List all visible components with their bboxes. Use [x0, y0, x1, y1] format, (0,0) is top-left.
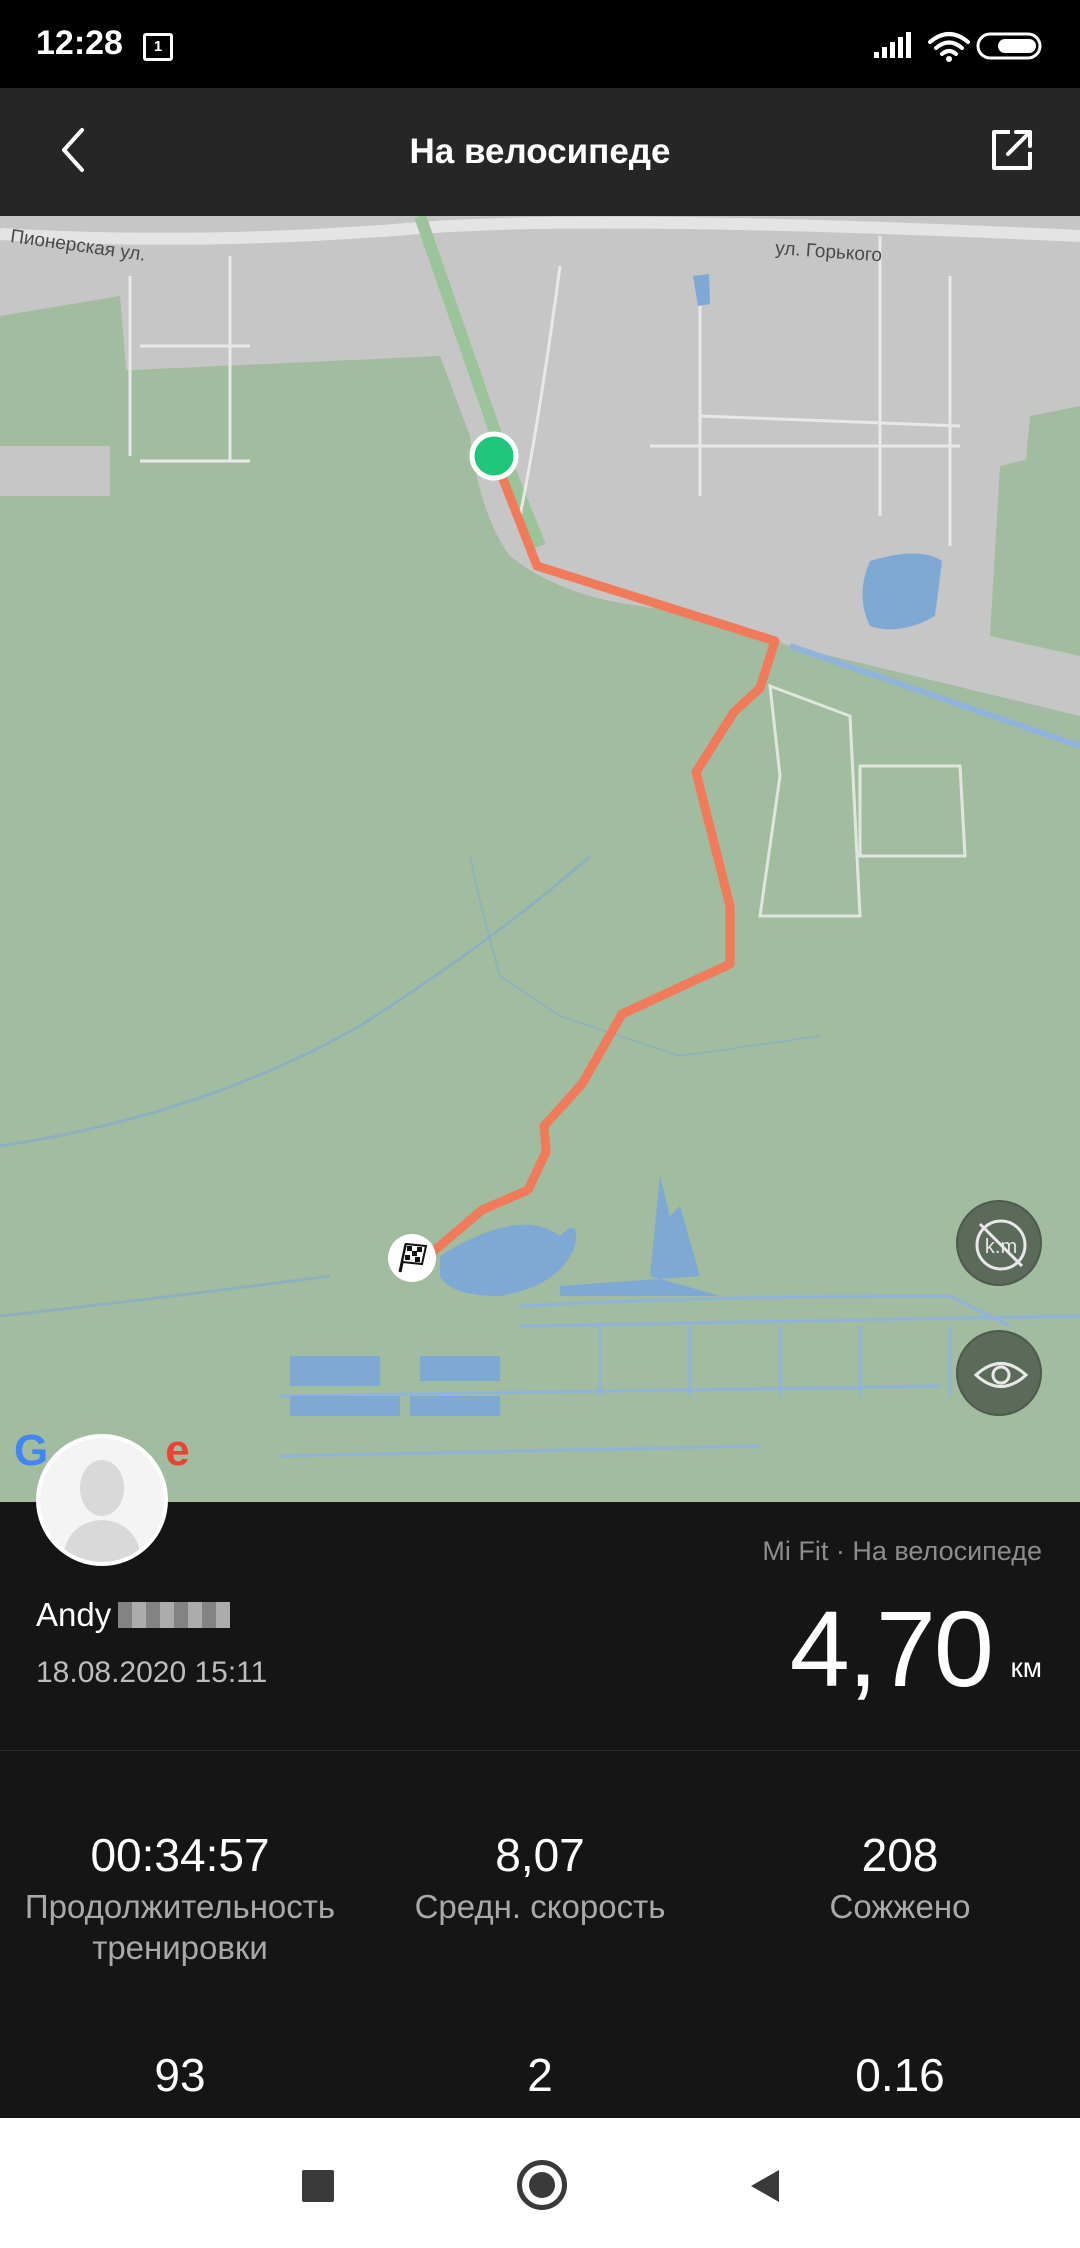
- stat-value: 93: [154, 2049, 206, 2101]
- user-name-redacted: [118, 1602, 230, 1628]
- avatar[interactable]: [36, 1434, 168, 1566]
- stat-item: 93: [0, 2048, 360, 2102]
- distance-unit: км: [1010, 1652, 1043, 1683]
- status-icons: [874, 28, 1044, 73]
- wifi-icon: [928, 32, 970, 56]
- stat-item: 2: [360, 2048, 720, 2102]
- stat-item: 0.16: [720, 2048, 1080, 2102]
- stat-value: 208: [861, 1829, 939, 1881]
- visibility-toggle-button[interactable]: [956, 1330, 1042, 1416]
- signal-icon: [874, 32, 911, 58]
- notification-count: 1: [153, 38, 163, 55]
- divider: [0, 1750, 1080, 1751]
- eye-icon: [973, 1362, 1029, 1388]
- distance-value: 4,70: [789, 1588, 994, 1709]
- recent-apps-icon[interactable]: [302, 2170, 334, 2202]
- stat-duration: 00:34:57 Продолжительность тренировки: [0, 1828, 360, 1968]
- status-time: 12:28: [36, 24, 123, 62]
- workout-info-panel: Andy 18.08.2020 15:11 Mi Fit · На велоси…: [0, 1502, 1080, 2122]
- stat-avg-speed: 8,07 Средн. скорость: [360, 1828, 720, 1927]
- home-icon-dot: [529, 2172, 555, 2198]
- system-nav-bar: [0, 2118, 1080, 2248]
- stat-value: 00:34:57: [90, 1829, 270, 1881]
- stat-label: Средн. скорость: [414, 1888, 666, 1925]
- stat-calories: 208 Сожжено: [720, 1828, 1080, 1927]
- status-bar: 12:28 1: [0, 0, 1080, 88]
- stat-label: Сожжено: [829, 1888, 971, 1925]
- user-silhouette-icon: [40, 1438, 164, 1562]
- stat-label: Продолжительность тренировки: [24, 1888, 336, 1966]
- workout-date: 18.08.2020 15:11: [36, 1656, 268, 1689]
- stat-value: 0.16: [855, 2049, 945, 2101]
- stat-value: 8,07: [495, 1829, 585, 1881]
- share-button[interactable]: [980, 118, 1044, 182]
- map-background: [0, 216, 1080, 1458]
- workout-source: Mi Fit · На велосипеде: [762, 1536, 1042, 1566]
- user-name: Andy: [36, 1596, 112, 1633]
- share-icon: [992, 130, 1032, 170]
- home-icon[interactable]: [517, 2160, 567, 2210]
- units-toggle-button[interactable]: k.m: [956, 1200, 1042, 1286]
- start-marker: [469, 431, 519, 481]
- battery-icon: [976, 32, 1042, 60]
- route-map[interactable]: Пионерская ул. ул. Горького k.m Ge: [0, 216, 1080, 1502]
- page-title: На велосипеде: [409, 132, 671, 171]
- notification-icon: 1: [143, 33, 173, 61]
- checkered-flag-icon: [388, 1234, 436, 1282]
- app-bar: На велосипеде: [0, 88, 1080, 216]
- units-off-icon: k.m: [975, 1219, 1027, 1271]
- stat-value: 2: [527, 2049, 553, 2101]
- back-icon[interactable]: [745, 2166, 785, 2206]
